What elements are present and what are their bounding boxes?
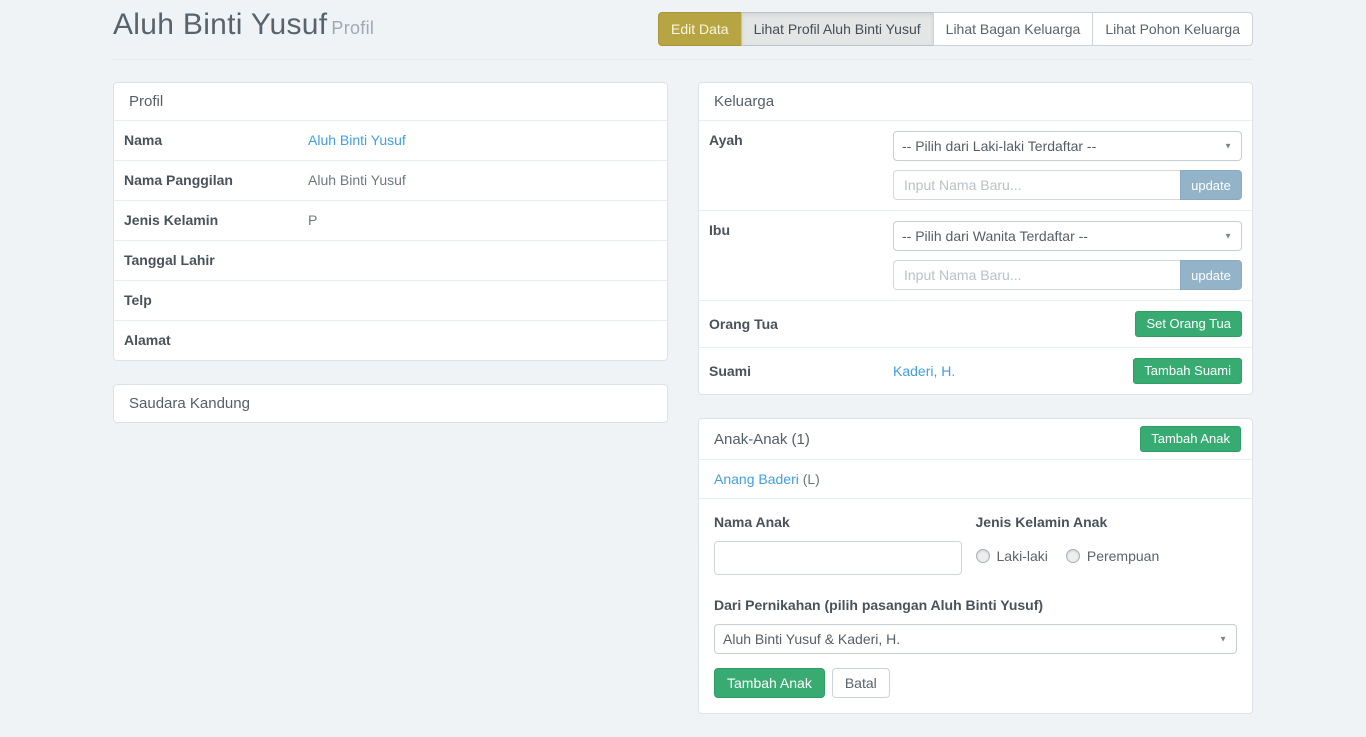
ibu-update-button[interactable]: update [1180, 260, 1242, 290]
right-column: Keluarga Ayah -- Pilih dari Laki-laki Te… [698, 82, 1253, 737]
set-orang-tua-button[interactable]: Set Orang Tua [1135, 311, 1242, 337]
suami-link[interactable]: Kaderi, H. [893, 363, 955, 379]
page-header: Aluh Binti YusufProfil Edit Data Lihat P… [113, 8, 1253, 46]
table-row: Tanggal Lahir [114, 240, 667, 280]
child-gender: (L) [803, 471, 820, 487]
profil-panel: Profil Nama Aluh Binti Yusuf Nama Panggi… [113, 82, 668, 361]
row-label: Orang Tua [709, 315, 788, 334]
ayah-update-button[interactable]: update [1180, 170, 1242, 200]
tambah-anak-header-button[interactable]: Tambah Anak [1140, 426, 1241, 452]
lihat-bagan-keluarga-button[interactable]: Lihat Bagan Keluarga [933, 12, 1094, 46]
ibu-nama-baru-input[interactable] [893, 260, 1180, 290]
table-row: Nama Aluh Binti Yusuf [114, 120, 667, 160]
tambah-suami-button[interactable]: Tambah Suami [1133, 358, 1242, 384]
row-label: Alamat [124, 331, 308, 350]
anak-anak-panel-title: Anak-Anak (1) [714, 431, 810, 448]
row-label: Jenis Kelamin [124, 211, 308, 230]
lihat-profil-button[interactable]: Lihat Profil Aluh Binti Yusuf [741, 12, 934, 46]
nama-anak-input[interactable] [714, 541, 962, 575]
ibu-select[interactable]: -- Pilih dari Wanita Terdaftar -- [893, 221, 1242, 251]
batal-button[interactable]: Batal [832, 668, 890, 698]
table-row: Nama Panggilan Aluh Binti Yusuf [114, 160, 667, 200]
row-label: Ibu [709, 221, 893, 240]
person-name: Aluh Binti Yusuf [113, 8, 327, 41]
ayah-select[interactable]: -- Pilih dari Laki-laki Terdaftar -- [893, 131, 1242, 161]
row-value: Aluh Binti Yusuf [308, 171, 657, 190]
row-value: P [308, 211, 657, 230]
saudara-kandung-panel: Saudara Kandung [113, 384, 668, 423]
keluarga-panel: Keluarga Ayah -- Pilih dari Laki-laki Te… [698, 82, 1253, 395]
suami-row: Suami Kaderi, H. Tambah Suami [699, 347, 1252, 394]
keluarga-panel-title: Keluarga [699, 83, 1252, 120]
profil-panel-title: Profil [114, 83, 667, 120]
ibu-row: Ibu -- Pilih dari Wanita Terdaftar -- ▼ … [699, 210, 1252, 300]
left-column: Profil Nama Aluh Binti Yusuf Nama Panggi… [113, 82, 668, 446]
page-container: Aluh Binti YusufProfil Edit Data Lihat P… [113, 0, 1253, 737]
tambah-anak-form: Nama Anak Jenis Kelamin Anak Laki-laki [699, 498, 1252, 713]
radio-perempuan[interactable] [1066, 549, 1080, 563]
page-title: Aluh Binti YusufProfil [113, 8, 374, 42]
nama-anak-label: Nama Anak [714, 514, 962, 531]
header-divider [113, 59, 1253, 60]
lihat-pohon-keluarga-button[interactable]: Lihat Pohon Keluarga [1092, 12, 1253, 46]
child-link[interactable]: Anang Baderi [714, 471, 799, 487]
orang-tua-row: Orang Tua Set Orang Tua [699, 300, 1252, 347]
anak-anak-panel: Anak-Anak (1) Tambah Anak Anang Baderi (… [698, 418, 1253, 714]
row-label: Ayah [709, 131, 893, 150]
pernikahan-select[interactable]: Aluh Binti Yusuf & Kaderi, H. [714, 624, 1237, 654]
jenis-kelamin-anak-label: Jenis Kelamin Anak [976, 514, 1224, 531]
view-switch-button-group: Edit Data Lihat Profil Aluh Binti Yusuf … [658, 12, 1253, 46]
radio-laki-laki[interactable] [976, 549, 990, 563]
tambah-anak-submit-button[interactable]: Tambah Anak [714, 668, 825, 698]
ayah-nama-baru-input[interactable] [893, 170, 1180, 200]
saudara-kandung-panel-title: Saudara Kandung [114, 385, 667, 422]
edit-data-button[interactable]: Edit Data [658, 12, 742, 46]
table-row: Alamat [114, 320, 667, 360]
table-row: Jenis Kelamin P [114, 200, 667, 240]
page-subtitle: Profil [331, 18, 374, 38]
row-label: Telp [124, 291, 308, 310]
radio-laki-laki-label: Laki-laki [997, 548, 1048, 564]
nama-link[interactable]: Aluh Binti Yusuf [308, 132, 406, 148]
row-label: Nama [124, 131, 308, 150]
child-list-item: Anang Baderi (L) [699, 459, 1252, 498]
row-label: Nama Panggilan [124, 171, 308, 190]
radio-perempuan-label: Perempuan [1087, 548, 1159, 564]
row-label: Suami [709, 362, 893, 381]
row-label: Tanggal Lahir [124, 251, 308, 270]
table-row: Telp [114, 280, 667, 320]
dari-pernikahan-label: Dari Pernikahan (pilih pasangan Aluh Bin… [714, 597, 1237, 614]
ayah-row: Ayah -- Pilih dari Laki-laki Terdaftar -… [699, 120, 1252, 210]
